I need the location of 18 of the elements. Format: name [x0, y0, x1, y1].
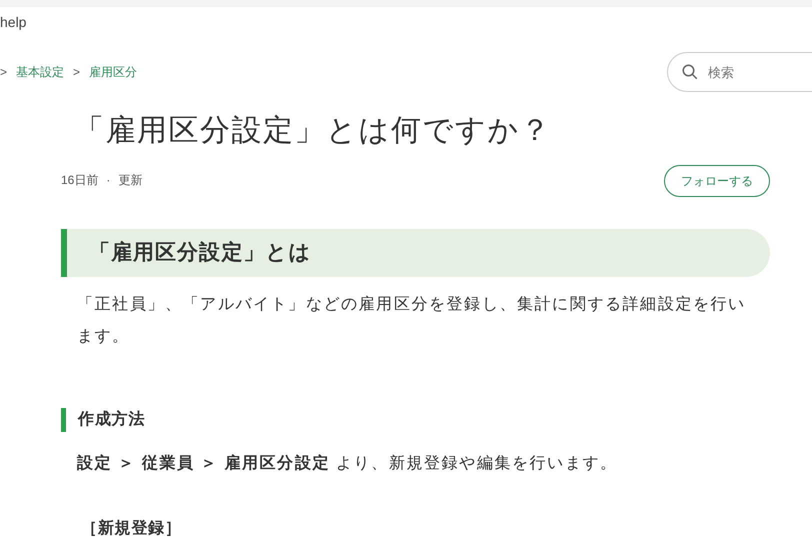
- search-field[interactable]: 検索: [667, 52, 812, 92]
- heading-bar: [61, 408, 66, 432]
- breadcrumb-separator: >: [73, 64, 80, 81]
- updated-label: 更新: [118, 172, 142, 189]
- breadcrumb-separator: >: [0, 64, 8, 81]
- follow-button[interactable]: フォローする: [664, 165, 770, 197]
- article-date: 16日前: [61, 172, 98, 189]
- search-icon: [681, 63, 699, 81]
- subheading-label: ［新規登録］: [81, 520, 182, 537]
- subsection-heading: 作成方法: [78, 409, 146, 430]
- meta-dot: ·: [106, 172, 110, 189]
- breadcrumb-link[interactable]: 雇用区分: [89, 63, 138, 81]
- section-heading: 「雇用区分設定」とは: [61, 229, 770, 277]
- body-text: 「正社員」、「アルバイト」などの雇用区分を登録し、集計に関する詳細設定を行います。: [76, 294, 747, 347]
- article-title: 「雇用区分設定」とは何ですか？: [74, 113, 552, 149]
- breadcrumb-link[interactable]: 基本設定: [16, 63, 64, 81]
- site-brand[interactable]: help: [0, 14, 26, 30]
- body-text: 設定 ＞ 従業員 ＞ 雇用区分設定 より、新規登録や編集を行います。: [76, 453, 619, 474]
